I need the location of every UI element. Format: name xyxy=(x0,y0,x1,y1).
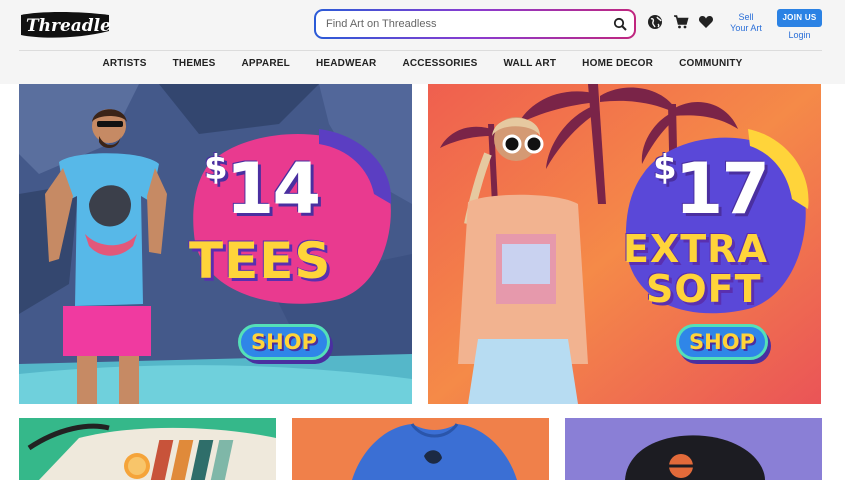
search-icon[interactable] xyxy=(613,17,627,31)
site-header: Threadless Sell Your Art JOIN US Login A… xyxy=(0,0,845,84)
promo-banner-17-extra-soft[interactable]: $17 EXTRA SOFT SHOP xyxy=(428,84,821,404)
shop-button-extra-soft[interactable]: SHOP xyxy=(676,324,768,360)
headline-extra: EXTRA xyxy=(623,227,768,271)
globe-icon[interactable] xyxy=(647,14,663,30)
price-14: $14 xyxy=(204,148,321,230)
headline-soft: SOFT xyxy=(646,267,762,311)
category-tile-tote-bags[interactable] xyxy=(19,418,276,480)
main-nav: ARTISTS THEMES APPAREL HEADWEAR ACCESSOR… xyxy=(0,58,845,74)
threadless-logo[interactable]: Threadless xyxy=(19,9,111,41)
nav-item-themes[interactable]: THEMES xyxy=(173,58,216,74)
nav-item-apparel[interactable]: APPAREL xyxy=(242,58,290,74)
header-divider xyxy=(19,50,822,51)
nav-item-wall-art[interactable]: WALL ART xyxy=(503,58,556,74)
category-tile-hats[interactable] xyxy=(565,418,822,480)
tank-top-image xyxy=(352,423,517,480)
promo-banner-14-tees[interactable]: $14 TEES SHOP xyxy=(19,84,412,404)
cart-icon[interactable] xyxy=(673,14,689,30)
nav-item-headwear[interactable]: HEADWEAR xyxy=(316,58,377,74)
category-tile-tank-tops[interactable] xyxy=(292,418,549,480)
nav-item-artists[interactable]: ARTISTS xyxy=(102,58,146,74)
sell-your-art-link[interactable]: Sell Your Art xyxy=(728,12,764,34)
join-us-button[interactable]: JOIN US xyxy=(777,9,822,27)
headline-tees: TEES xyxy=(189,232,332,290)
nav-item-home-decor[interactable]: HOME DECOR xyxy=(582,58,653,74)
search-input[interactable] xyxy=(326,11,606,37)
nav-item-accessories[interactable]: ACCESSORIES xyxy=(402,58,477,74)
tote-bag-image xyxy=(27,423,276,480)
nav-item-community[interactable]: COMMUNITY xyxy=(679,58,742,74)
hat-image xyxy=(625,435,765,480)
search-box xyxy=(314,9,636,39)
login-link[interactable]: Login xyxy=(777,30,822,40)
shop-button-tees[interactable]: SHOP xyxy=(238,324,330,360)
heart-icon[interactable] xyxy=(698,14,714,30)
price-17: $17 xyxy=(653,148,770,230)
svg-text:Threadless: Threadless xyxy=(26,16,111,36)
